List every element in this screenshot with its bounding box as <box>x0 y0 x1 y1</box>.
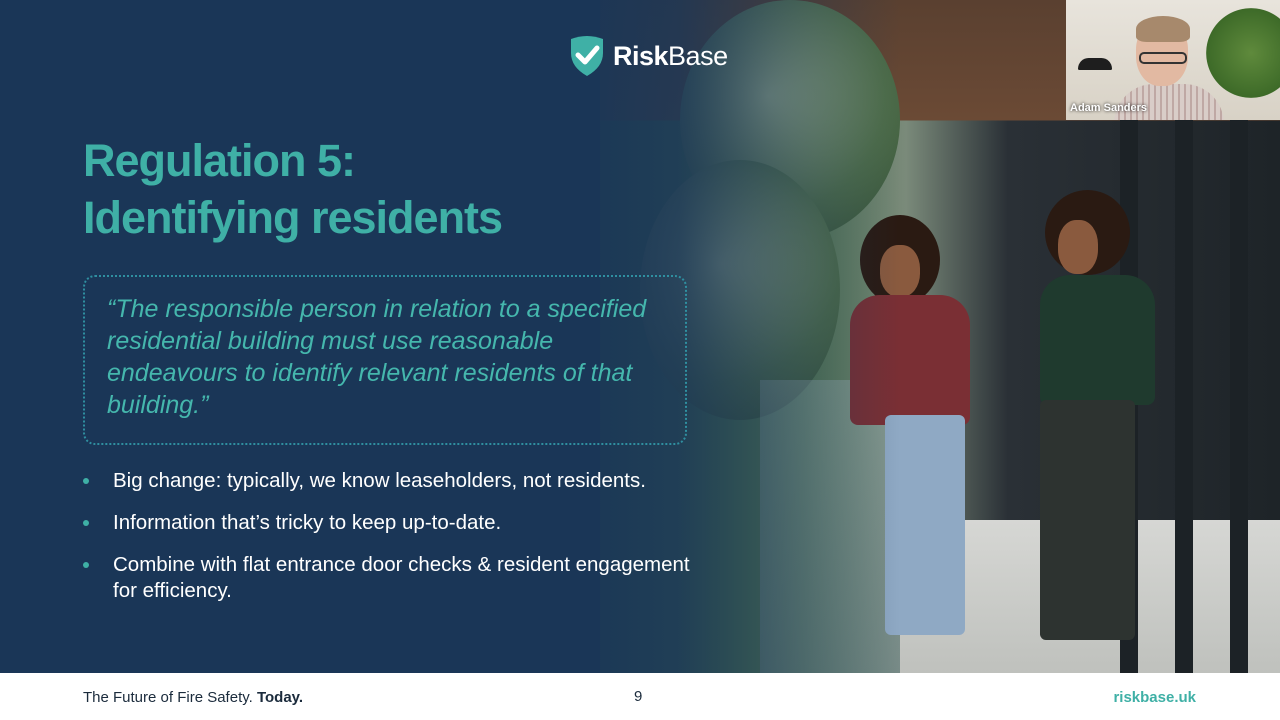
bullet-list: Big change: typically, we know leasehold… <box>83 468 703 620</box>
person-right <box>1020 190 1170 660</box>
balcony-beam <box>1175 120 1193 673</box>
participant-video-tile[interactable]: Adam Sanders <box>1066 0 1280 120</box>
participant-hair <box>1136 16 1190 42</box>
background-plant <box>1206 8 1280 98</box>
title-line-1: Regulation 5: <box>83 135 356 186</box>
background-lamp <box>1078 58 1112 70</box>
bullet-dot-icon <box>83 478 89 484</box>
shield-check-icon <box>571 36 603 76</box>
page-number: 9 <box>634 688 643 705</box>
person-shirt <box>1040 275 1155 405</box>
bullet-item: Combine with flat entrance door checks &… <box>83 552 703 604</box>
balcony-beam <box>1230 120 1248 673</box>
footer-url[interactable]: riskbase.uk <box>1113 689 1196 706</box>
person-face <box>1058 220 1098 274</box>
regulation-quote-box: “The responsible person in relation to a… <box>83 275 687 445</box>
bullet-item: Information that’s tricky to keep up-to-… <box>83 510 703 536</box>
bullet-item: Big change: typically, we know leasehold… <box>83 468 703 494</box>
title-line-2: Identifying residents <box>83 192 503 243</box>
footer-tagline: The Future of Fire Safety. Today. <box>83 689 304 706</box>
participant-name-label: Adam Sanders <box>1070 102 1148 114</box>
riskbase-logo: RiskBase <box>567 35 728 77</box>
slide-footer: The Future of Fire Safety. Today. 9 risk… <box>0 673 1280 720</box>
person-trousers <box>1040 400 1135 640</box>
slide-title: Regulation 5: Identifying residents <box>83 132 603 246</box>
bullet-dot-icon <box>83 562 89 568</box>
bullet-dot-icon <box>83 520 89 526</box>
regulation-quote: “The responsible person in relation to a… <box>107 295 647 419</box>
participant-glasses <box>1139 52 1187 64</box>
logo-wordmark: RiskBase <box>613 40 728 71</box>
